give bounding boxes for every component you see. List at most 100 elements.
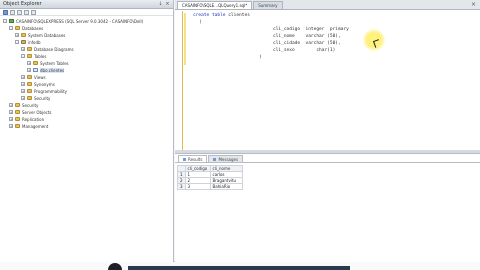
folder-icon xyxy=(27,96,32,100)
tree-node-label: Views xyxy=(34,74,46,80)
tree-node-label: Server Objects xyxy=(22,109,52,115)
tree-node-synonyms[interactable]: + Synonyms xyxy=(21,81,55,87)
tree-node-infodb[interactable]: - infodb xyxy=(15,39,41,45)
folder-icon xyxy=(27,89,32,93)
tab-messages[interactable]: Messages xyxy=(208,155,244,162)
tree-node-dbo-clientes[interactable]: + dbo.clientes xyxy=(27,67,65,73)
cell-cli-codigo[interactable]: 3 xyxy=(184,183,211,190)
folder-icon xyxy=(15,110,20,114)
tree-node-system-tables[interactable]: + System Tables xyxy=(27,60,69,66)
expand-icon[interactable]: + xyxy=(21,96,25,100)
results-grid[interactable]: cli_codigo cli_nome 1 1 carlos 2 2 Braga… xyxy=(177,165,243,190)
messages-icon xyxy=(213,157,217,161)
tab-query-label: CASAINFO\SQLE...QLQuery1.sql* xyxy=(182,3,248,8)
expand-icon[interactable]: + xyxy=(27,68,31,72)
tree-node-tables[interactable]: - Tables xyxy=(21,53,46,59)
expand-icon[interactable]: + xyxy=(21,47,25,51)
stop-icon[interactable] xyxy=(17,9,22,15)
tree-node-label: System Tables xyxy=(40,60,69,66)
expand-icon[interactable]: + xyxy=(21,89,25,93)
tab-summary[interactable]: Summary xyxy=(253,1,283,9)
tree-node-label: CASAINFO\SQLEXPRESS (SQL Server 9.0.3042… xyxy=(16,18,144,24)
close-icon[interactable]: × xyxy=(165,1,170,7)
tree-node-label: infodb xyxy=(28,39,41,45)
pin-icon[interactable]: ↓ xyxy=(158,1,163,7)
server-icon xyxy=(9,19,14,23)
expand-icon[interactable]: + xyxy=(21,75,25,79)
tree-node-label: Security xyxy=(34,95,51,101)
tree-node-label: Database Diagrams xyxy=(34,46,74,52)
table-row[interactable]: 3 3 BahiaRio xyxy=(177,183,243,190)
tree-node-database-diagrams[interactable]: + Database Diagrams xyxy=(21,46,74,52)
mouse-cursor-highlight xyxy=(363,29,385,51)
code-line: ( xyxy=(199,20,202,25)
results-pane: Results Messages cli_codigo cli_nome 1 1… xyxy=(175,153,480,262)
folder-icon xyxy=(15,124,20,128)
editor-margin xyxy=(175,11,183,150)
tree-node-management[interactable]: + Management xyxy=(9,123,48,129)
tree-node-system-databases[interactable]: + System Databases xyxy=(15,32,65,38)
object-explorer-toolbar xyxy=(0,9,173,16)
tree-node-replication[interactable]: + Replication xyxy=(9,116,44,122)
tree-node-programmability[interactable]: + Programmability xyxy=(21,88,67,94)
presenter-silhouette xyxy=(108,263,122,270)
code-text: cli_nome varchar (50), xyxy=(273,34,341,39)
collapse-icon[interactable]: - xyxy=(21,54,25,58)
code-line: ) xyxy=(259,55,262,60)
folder-icon xyxy=(15,117,20,121)
folder-icon xyxy=(15,26,20,30)
tab-results-label: Results xyxy=(188,156,203,162)
overlay-bar xyxy=(128,266,350,270)
tab-results[interactable]: Results xyxy=(178,155,208,162)
tree-node-security[interactable]: + Security xyxy=(9,102,38,108)
code-keyword: create table xyxy=(193,13,226,18)
folder-icon xyxy=(15,103,20,107)
tree-node-server-objects[interactable]: + Server Objects xyxy=(9,109,52,115)
expand-icon[interactable]: + xyxy=(9,110,13,114)
grid-icon xyxy=(183,157,186,161)
change-indicator xyxy=(184,13,186,65)
expand-icon[interactable]: + xyxy=(9,124,13,128)
tree-node-label: Management xyxy=(22,123,49,129)
expand-icon[interactable]: + xyxy=(21,82,25,86)
folder-icon xyxy=(33,61,38,65)
tree-node-label: Synonyms xyxy=(34,81,55,87)
collapse-icon[interactable]: - xyxy=(15,40,19,44)
code-text: ) xyxy=(259,55,262,60)
collapse-icon[interactable]: - xyxy=(3,19,7,23)
object-explorer-panel: Object Explorer ↓ × - CASAINFO\SQLEXPRES… xyxy=(0,0,174,262)
tab-query[interactable]: CASAINFO\SQLE...QLQuery1.sql* xyxy=(177,1,253,9)
code-line: cli_nome varchar (50), xyxy=(273,34,341,39)
query-editor: CASAINFO\SQLE...QLQuery1.sql* Summary × … xyxy=(175,0,480,150)
cell-cli-nome[interactable]: BahiaRio xyxy=(209,183,243,190)
expand-icon[interactable]: + xyxy=(27,61,31,65)
folder-icon xyxy=(27,47,32,51)
disconnect-icon[interactable] xyxy=(10,9,15,15)
column-header-cli-codigo[interactable]: cli_codigo xyxy=(184,165,211,172)
folder-icon xyxy=(27,82,32,86)
folder-icon xyxy=(27,75,32,79)
code-area[interactable]: create table clientes ( cli_codigo integ… xyxy=(175,11,480,150)
refresh-icon[interactable] xyxy=(31,9,36,15)
filter-icon[interactable] xyxy=(24,9,29,15)
tree-node-databases[interactable]: - Databases xyxy=(9,25,43,31)
expand-icon[interactable]: + xyxy=(15,33,19,37)
table-icon xyxy=(33,68,38,72)
document-tabs: CASAINFO\SQLE...QLQuery1.sql* Summary × xyxy=(175,0,480,10)
connect-icon[interactable] xyxy=(3,9,8,15)
tree-node-label: dbo.clientes xyxy=(40,67,65,73)
tree-node-label: Programmability xyxy=(34,88,68,94)
tab-messages-label: Messages xyxy=(218,156,239,162)
tree-node-db-security[interactable]: + Security xyxy=(21,95,50,101)
expand-icon[interactable]: + xyxy=(9,103,13,107)
code-text: cli_codigo integer primary xyxy=(273,27,349,32)
expand-icon[interactable]: + xyxy=(9,117,13,121)
code-line: cli_cidade varchar (50), xyxy=(273,41,341,46)
tree-node-views[interactable]: + Views xyxy=(21,74,46,80)
database-icon xyxy=(21,40,26,44)
collapse-icon[interactable]: - xyxy=(9,26,13,30)
object-explorer-title: Object Explorer xyxy=(3,1,42,7)
tree-node-server[interactable]: - CASAINFO\SQLEXPRESS (SQL Server 9.0.30… xyxy=(3,18,143,24)
close-tab-icon[interactable]: × xyxy=(471,1,476,8)
code-text: ( xyxy=(199,20,202,25)
